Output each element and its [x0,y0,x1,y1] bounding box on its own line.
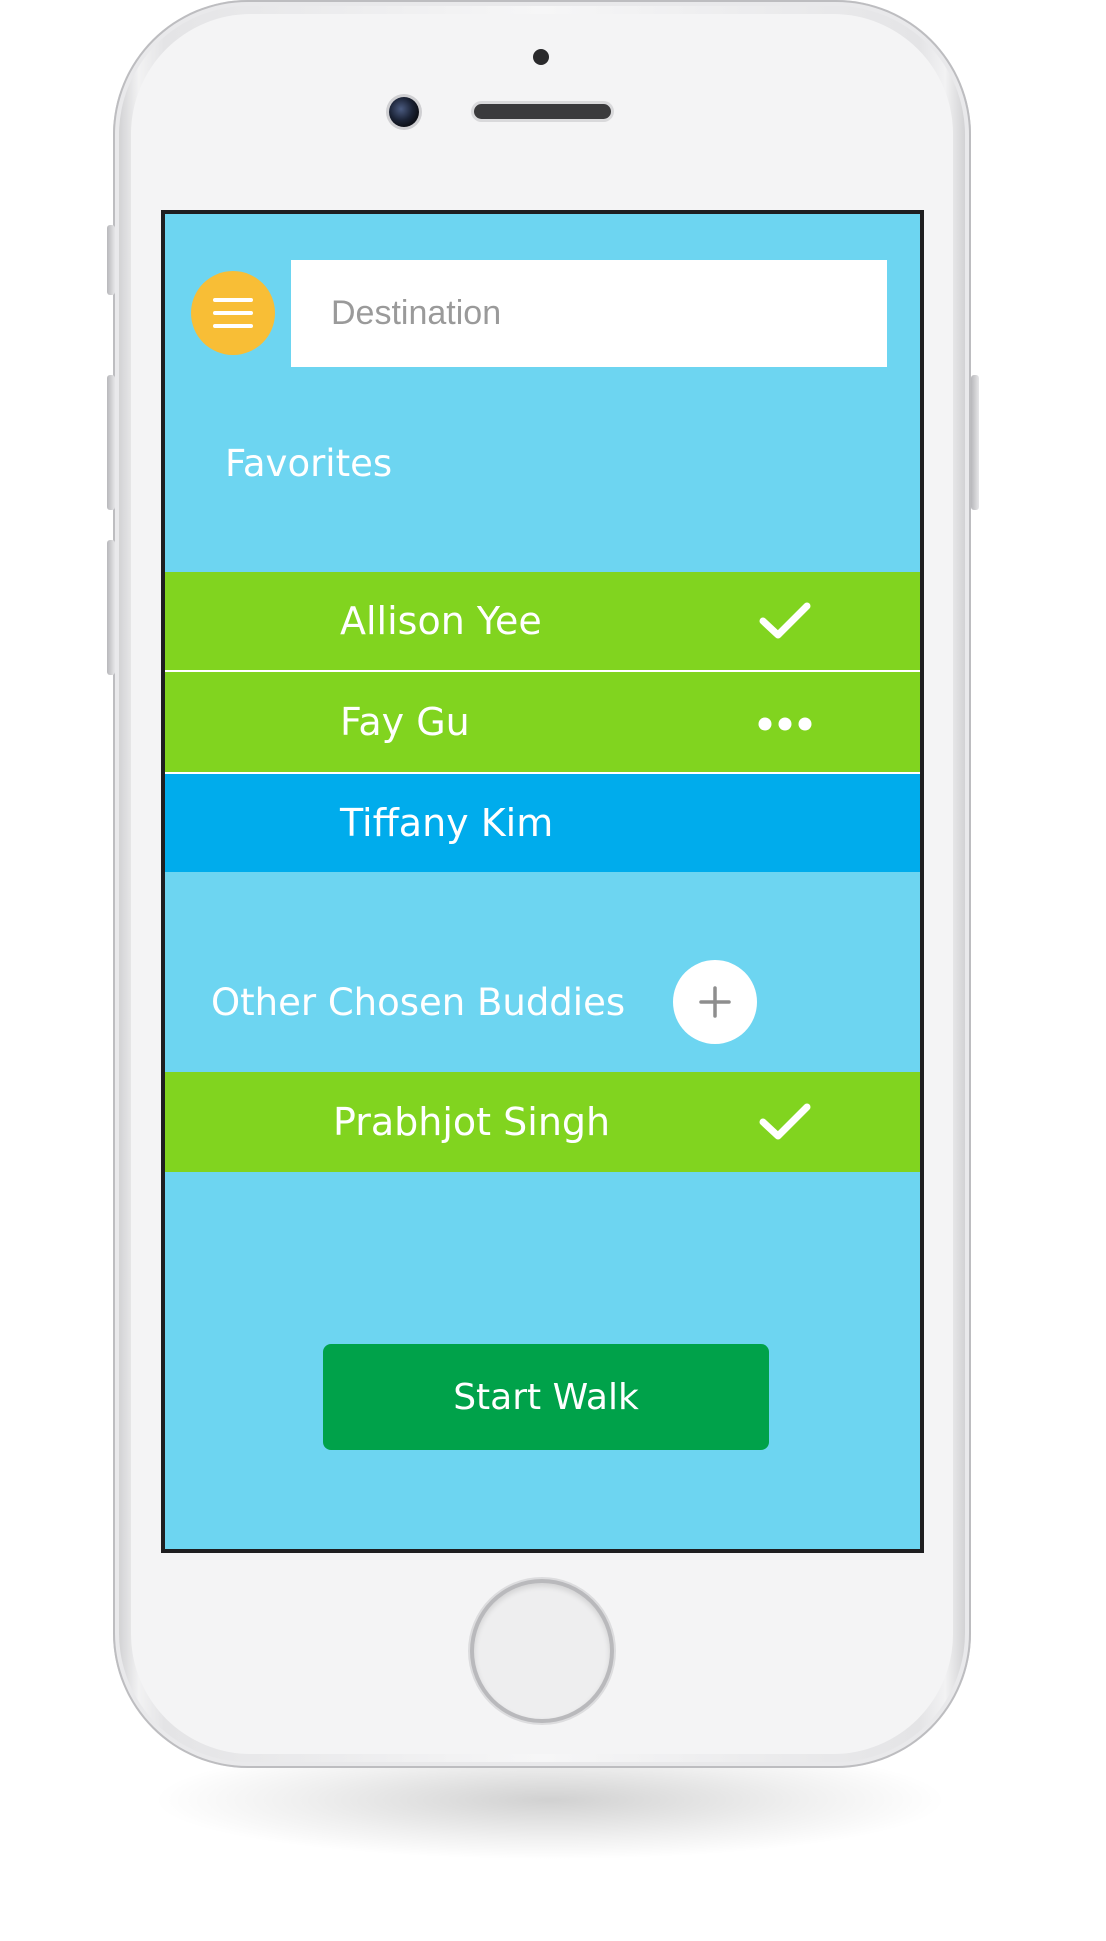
favorite-item-allison-yee[interactable]: Allison Yee [165,572,920,670]
power-button [971,375,979,510]
buddy-name: Fay Gu [340,700,470,744]
buddy-name: Allison Yee [340,599,542,643]
home-button[interactable] [474,1583,610,1719]
front-camera-icon [389,97,419,127]
silent-switch [107,225,115,295]
buddy-name: Prabhjot Singh [333,1100,611,1144]
destination-input[interactable] [291,260,887,367]
earpiece-speaker [474,104,611,119]
volume-down-button [107,540,115,675]
favorites-heading: Favorites [225,442,393,485]
proximity-sensor [533,49,549,65]
more-dots-icon[interactable] [757,714,813,734]
other-buddies-heading: Other Chosen Buddies [211,981,626,1024]
app-screen: Favorites Allison Yee Fay Gu Tiffany Kim… [161,210,924,1553]
add-buddy-button[interactable] [673,960,757,1044]
start-walk-button[interactable]: Start Walk [323,1344,769,1450]
check-icon [759,602,811,639]
buddy-name: Tiffany Kim [340,801,554,845]
menu-button[interactable] [191,271,275,355]
favorite-item-tiffany-kim[interactable]: Tiffany Kim [165,774,920,872]
check-icon [759,1103,811,1140]
buddy-item-prabhjot-singh[interactable]: Prabhjot Singh [165,1072,920,1172]
volume-up-button [107,375,115,510]
favorite-item-fay-gu[interactable]: Fay Gu [165,672,920,772]
plus-icon [699,986,731,1018]
